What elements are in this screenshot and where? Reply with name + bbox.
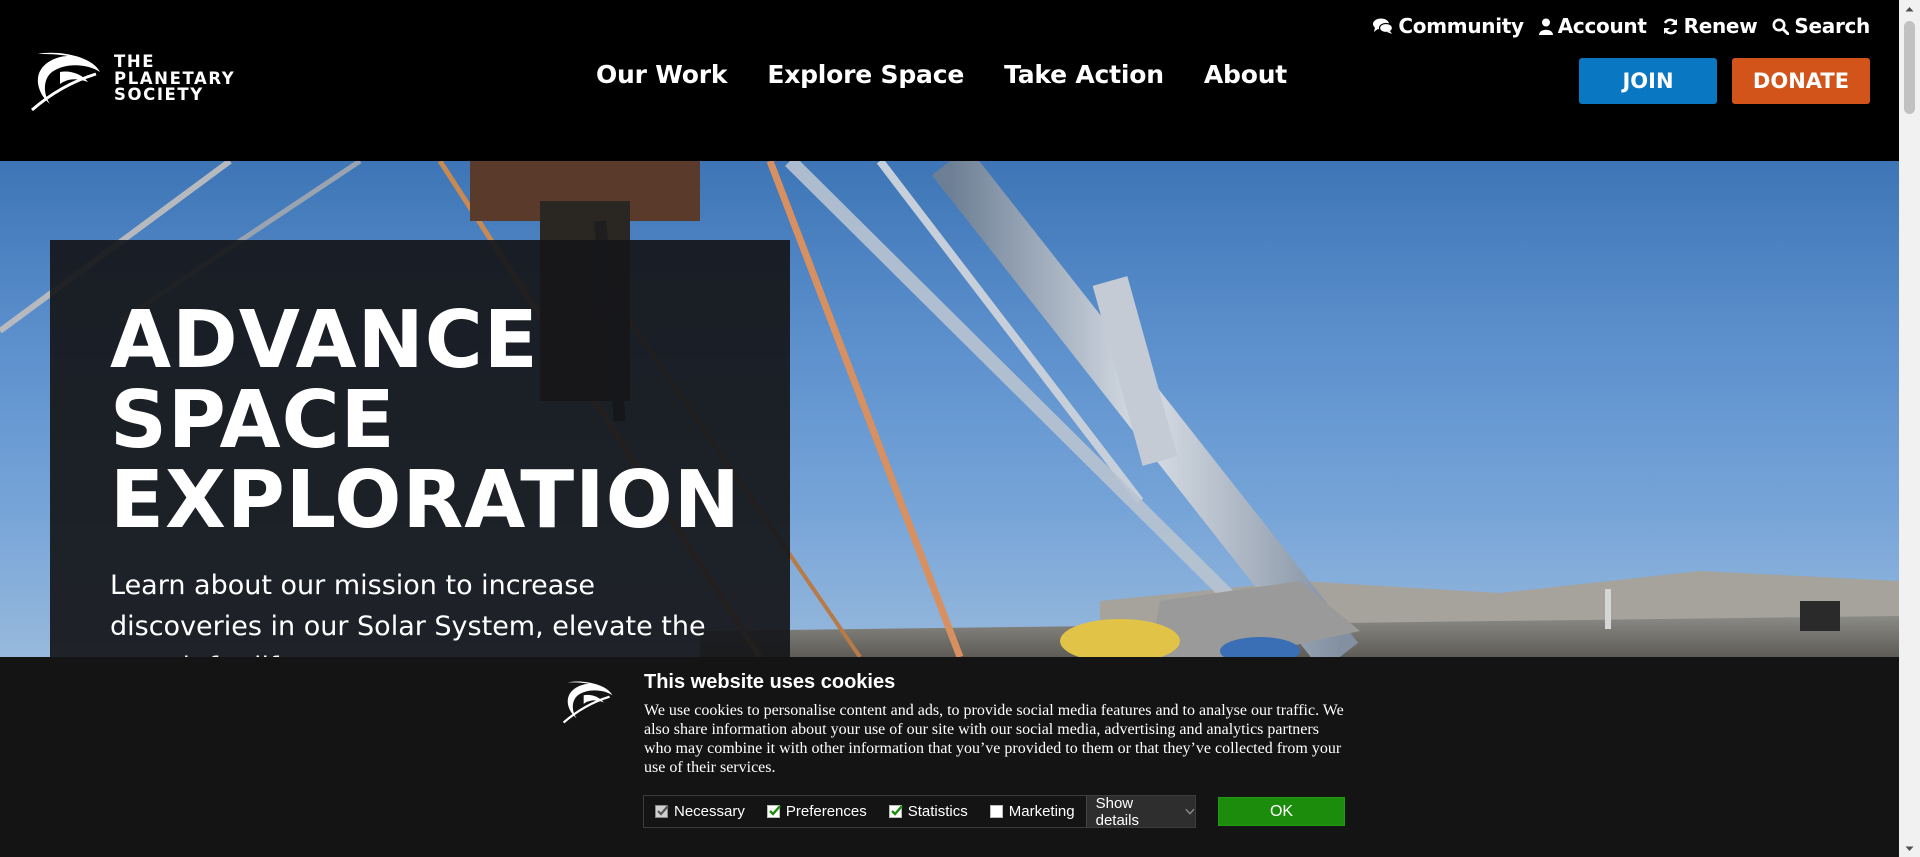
marketing-checkbox[interactable] xyxy=(989,805,1003,818)
account-link[interactable]: Account xyxy=(1538,14,1647,38)
cookie-option-preferences[interactable]: Preferences xyxy=(756,796,878,827)
cookie-option-necessary: Necessary xyxy=(644,796,756,827)
search-icon xyxy=(1772,18,1790,35)
scroll-thumb[interactable] xyxy=(1904,21,1915,114)
donate-button[interactable]: DONATE xyxy=(1732,58,1870,104)
nav-our-work[interactable]: Our Work xyxy=(596,60,728,89)
utility-nav: Community Account Renew Search xyxy=(1373,14,1870,38)
chevron-up-icon xyxy=(1905,6,1914,11)
hero-title: ADVANCE SPACE EXPLORATION xyxy=(110,294,741,546)
account-label: Account xyxy=(1557,14,1647,38)
check-icon xyxy=(890,805,903,816)
show-details-toggle[interactable]: Show details xyxy=(1085,794,1195,829)
necessary-label: Necessary xyxy=(674,803,745,820)
hero-card: ADVANCE SPACE EXPLORATION Learn about ou… xyxy=(50,240,790,657)
comments-icon xyxy=(1373,18,1394,34)
cookie-title: This website uses cookies xyxy=(644,671,896,693)
check-icon xyxy=(769,805,781,816)
marketing-label: Marketing xyxy=(1008,803,1075,820)
page-scrollbar[interactable] xyxy=(1899,0,1920,857)
preferences-checkbox[interactable] xyxy=(766,805,781,818)
nav-explore-space[interactable]: Explore Space xyxy=(767,60,964,89)
scroll-up-arrow[interactable] xyxy=(1899,0,1920,17)
search-link[interactable]: Search xyxy=(1772,14,1870,38)
check-icon xyxy=(657,805,669,816)
nav-take-action[interactable]: Take Action xyxy=(1004,60,1164,89)
search-label: Search xyxy=(1794,14,1870,38)
scroll-down-arrow[interactable] xyxy=(1899,840,1920,857)
renew-link[interactable]: Renew xyxy=(1662,14,1758,38)
logo-wordmark: THE PLANETARY SOCIETY xyxy=(114,53,235,104)
planetary-society-logo-icon xyxy=(31,52,100,112)
renew-label: Renew xyxy=(1683,14,1758,38)
chevron-down-icon xyxy=(1185,808,1195,815)
logo-line: SOCIETY xyxy=(114,85,204,104)
planetary-society-logo-icon xyxy=(562,681,613,724)
join-button[interactable]: JOIN xyxy=(1579,58,1717,104)
cookie-options: Necessary Preferences Statistics Marketi… xyxy=(643,794,1196,829)
cookie-banner: This website uses cookies We use cookies… xyxy=(0,657,1899,857)
user-icon xyxy=(1538,18,1553,35)
statistics-label: Statistics xyxy=(907,803,968,820)
hero-lead: Learn about our mission to increase disc… xyxy=(110,570,706,657)
chevron-down-icon xyxy=(1905,846,1914,851)
show-details-label: Show details xyxy=(1095,794,1139,829)
community-link[interactable]: Community xyxy=(1373,14,1524,38)
refresh-icon xyxy=(1663,18,1677,34)
cookie-option-marketing[interactable]: Marketing xyxy=(979,796,1086,827)
main-nav: Our Work Explore Space Take Action About xyxy=(596,60,1287,89)
preferences-label: Preferences xyxy=(785,803,867,820)
cookie-description: We use cookies to personalise content an… xyxy=(644,702,1344,776)
cookie-ok-button[interactable]: OK xyxy=(1218,797,1345,826)
site-header: THE PLANETARY SOCIETY Community Account xyxy=(0,0,1899,161)
cookie-option-statistics[interactable]: Statistics xyxy=(878,796,979,827)
nav-about[interactable]: About xyxy=(1204,60,1287,89)
community-label: Community xyxy=(1398,14,1524,38)
necessary-checkbox xyxy=(655,805,669,818)
site-logo[interactable]: THE PLANETARY SOCIETY xyxy=(30,48,235,112)
statistics-checkbox[interactable] xyxy=(888,805,903,818)
hero-section: ADVANCE SPACE EXPLORATION Learn about ou… xyxy=(0,161,1899,657)
